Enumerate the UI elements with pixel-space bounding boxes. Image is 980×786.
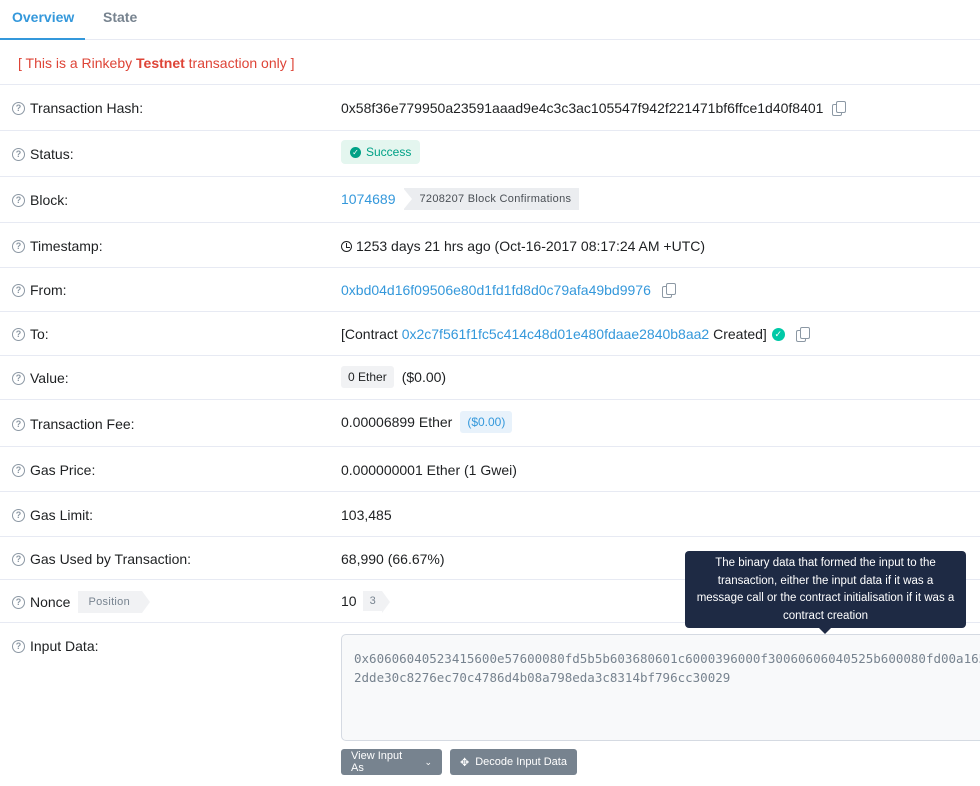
help-icon[interactable]: ? [12, 639, 25, 653]
block-label: Block: [30, 192, 69, 208]
row-transaction-fee: ? Transaction Fee: 0.00006899 Ether ($0.00… [0, 399, 980, 446]
puzzle-icon: ✥ [460, 756, 470, 769]
row-status: ? Status: ✓ Success [0, 130, 980, 176]
notice-suffix: transaction only ] [184, 55, 295, 71]
input-data-line-2: 2dde30c8276ec70c4786d4b08a798eda3c8314bf… [354, 670, 731, 685]
view-input-as-button[interactable]: View Input As ⌄ [341, 749, 442, 775]
gas-limit-label: Gas Limit: [30, 507, 94, 523]
help-icon[interactable]: ? [12, 417, 25, 431]
fee-usd-pill: ($0.00) [460, 411, 513, 433]
from-address-link[interactable]: 0xbd04d16f09506e80d1fd1fd8d0c79afa49bd99… [341, 282, 651, 298]
to-suffix: Created] [709, 326, 767, 342]
nonce-position-badge: 3 [362, 591, 391, 613]
copy-icon[interactable] [661, 283, 676, 298]
input-data-line-1: 0x60606040523415600e57600080fd5b5b603680… [354, 651, 980, 666]
input-data-tooltip: The binary data that formed the input to… [685, 551, 966, 634]
help-icon[interactable]: ? [12, 508, 25, 522]
tab-state[interactable]: State [103, 9, 137, 25]
status-value: Success [366, 145, 412, 159]
help-icon[interactable]: ? [12, 193, 25, 207]
input-data-textarea[interactable]: 0x60606040523415600e57600080fd5b5b603680… [341, 634, 980, 741]
contract-address-link[interactable]: 0x2c7f561f1fc5c414c48d01e480fdaae2840b8a… [402, 326, 710, 342]
row-block: ? Block: 1074689 7208207 Block Confirmatio… [0, 176, 980, 222]
decode-input-data-button[interactable]: ✥ Decode Input Data [450, 749, 577, 775]
gas-used-label: Gas Used by Transaction: [30, 551, 192, 567]
transaction-hash-value: 0x58f36e779950a23591aaad9e4c3c3ac105547f… [341, 100, 824, 116]
active-tab-indicator [0, 38, 85, 40]
row-gas-limit: ? Gas Limit: 103,485 [0, 491, 980, 536]
to-label: To: [30, 326, 49, 342]
status-label: Status: [30, 146, 74, 162]
gas-price-value: 0.000000001 Ether (1 Gwei) [341, 462, 517, 478]
help-icon[interactable]: ? [12, 463, 25, 477]
timestamp-label: Timestamp: [30, 238, 103, 254]
tab-bar: Overview State [0, 0, 980, 40]
notice-bold: Testnet [136, 55, 185, 71]
transaction-hash-label: Transaction Hash: [30, 100, 144, 116]
nonce-value: 10 [341, 593, 357, 609]
value-label: Value: [30, 370, 69, 386]
decode-input-data-label: Decode Input Data [475, 756, 567, 768]
from-label: From: [30, 282, 67, 298]
block-number-link[interactable]: 1074689 [341, 191, 396, 207]
gas-used-value: 68,990 (66.67%) [341, 551, 445, 567]
status-badge: ✓ Success [341, 140, 421, 164]
clock-icon [341, 240, 352, 252]
block-confirmations-badge: 7208207 Block Confirmations [402, 188, 580, 210]
chevron-down-icon: ⌄ [424, 756, 432, 767]
view-input-as-label: View Input As [351, 750, 403, 774]
row-transaction-hash: ? Transaction Hash: 0x58f36e779950a23591a… [0, 84, 980, 130]
row-value: ? Value: 0 Ether ($0.00) [0, 355, 980, 399]
help-icon[interactable]: ? [12, 283, 25, 297]
row-to: ? To: [Contract 0x2c7f561f1fc5c414c48d01e… [0, 311, 980, 355]
help-icon[interactable]: ? [12, 239, 25, 253]
help-icon[interactable]: ? [12, 552, 25, 566]
check-circle-icon: ✓ [350, 146, 361, 158]
to-prefix: [Contract [341, 326, 402, 342]
row-from: ? From: 0xbd04d16f09506e80d1fd1fd8d0c79af… [0, 267, 980, 311]
help-icon[interactable]: ? [12, 101, 25, 115]
value-amount-pill: 0 Ether [341, 366, 394, 388]
input-data-label: Input Data: [30, 638, 99, 654]
verified-check-icon: ✓ [771, 327, 785, 341]
position-badge: Position [78, 591, 150, 613]
row-gas-price: ? Gas Price: 0.000000001 Ether (1 Gwei) [0, 446, 980, 491]
tab-overview[interactable]: Overview [12, 9, 74, 25]
testnet-notice: [ This is a Rinkeby Testnet transaction … [18, 55, 295, 71]
copy-icon[interactable] [795, 327, 810, 342]
gas-limit-value: 103,485 [341, 507, 392, 523]
nonce-label: Nonce [30, 594, 71, 610]
fee-amount: 0.00006899 Ether [341, 414, 453, 430]
copy-icon[interactable] [832, 101, 847, 116]
help-icon[interactable]: ? [12, 327, 25, 341]
help-icon[interactable]: ? [12, 371, 25, 385]
gas-price-label: Gas Price: [30, 462, 96, 478]
help-icon[interactable]: ? [12, 595, 25, 609]
row-timestamp: ? Timestamp: 1253 days 21 hrs ago (Oct-16… [0, 222, 980, 267]
help-icon[interactable]: ? [12, 147, 25, 161]
notice-prefix: [ This is a Rinkeby [18, 55, 137, 71]
timestamp-value: 1253 days 21 hrs ago (Oct-16-2017 08:17:… [356, 238, 706, 254]
value-usd: ($0.00) [401, 369, 447, 385]
fee-label: Transaction Fee: [30, 416, 135, 432]
